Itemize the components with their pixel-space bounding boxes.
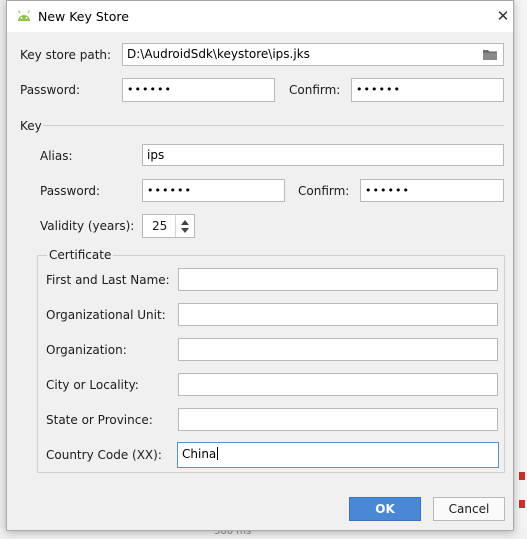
validity-value: 25 bbox=[152, 219, 168, 233]
key-confirm-input[interactable]: •••••• bbox=[360, 179, 504, 202]
first-last-name-input[interactable] bbox=[178, 268, 498, 291]
error-marker bbox=[519, 500, 525, 508]
decrement-arrow-icon[interactable] bbox=[181, 228, 189, 233]
state-province-label: State or Province: bbox=[46, 413, 153, 427]
key-password-label: Password: bbox=[40, 184, 101, 198]
state-province-input[interactable] bbox=[178, 408, 498, 431]
new-key-store-dialog: New Key Store ✕ Key store path: D:\Audro… bbox=[6, 0, 514, 531]
country-code-value: China bbox=[182, 447, 217, 461]
key-store-path-input[interactable]: D:\AudroidSdk\keystore\ips.jks bbox=[122, 43, 504, 66]
country-code-input[interactable]: China bbox=[177, 442, 499, 468]
folder-icon[interactable] bbox=[482, 48, 498, 61]
error-marker bbox=[519, 472, 525, 480]
certificate-group-title: Certificate bbox=[47, 248, 114, 262]
alias-input[interactable]: ips bbox=[142, 144, 504, 166]
close-icon[interactable]: ✕ bbox=[493, 6, 513, 26]
store-confirm-input[interactable]: •••••• bbox=[351, 78, 504, 102]
alias-label: Alias: bbox=[40, 149, 73, 163]
store-password-input[interactable]: •••••• bbox=[122, 78, 275, 102]
city-locality-label: City or Locality: bbox=[46, 378, 139, 392]
key-confirm-label: Confirm: bbox=[298, 184, 350, 198]
spinner-arrows[interactable] bbox=[175, 215, 194, 237]
organization-label: Organization: bbox=[46, 343, 127, 357]
increment-arrow-icon[interactable] bbox=[181, 220, 189, 225]
organizational-unit-input[interactable] bbox=[178, 303, 498, 326]
country-code-label: Country Code (XX): bbox=[46, 448, 162, 462]
ok-button[interactable]: OK bbox=[349, 497, 421, 521]
window-title: New Key Store bbox=[38, 9, 129, 24]
key-section-divider bbox=[43, 125, 504, 126]
key-store-path-label: Key store path: bbox=[20, 48, 112, 62]
key-password-input[interactable]: •••••• bbox=[142, 179, 285, 202]
title-bar: New Key Store ✕ bbox=[7, 1, 513, 32]
key-section-label: Key bbox=[20, 119, 42, 133]
key-store-path-value: D:\AudroidSdk\keystore\ips.jks bbox=[127, 47, 310, 61]
first-last-name-label: First and Last Name: bbox=[46, 273, 170, 287]
background-window-right bbox=[515, 0, 527, 539]
android-icon bbox=[17, 10, 31, 21]
organizational-unit-label: Organizational Unit: bbox=[46, 308, 166, 322]
cancel-button[interactable]: Cancel bbox=[433, 497, 505, 521]
store-password-label: Password: bbox=[20, 83, 81, 97]
text-caret bbox=[217, 447, 219, 460]
validity-label: Validity (years): bbox=[40, 219, 135, 233]
city-locality-input[interactable] bbox=[178, 373, 498, 396]
store-confirm-label: Confirm: bbox=[289, 83, 341, 97]
organization-input[interactable] bbox=[178, 338, 498, 361]
validity-spinner[interactable]: 25 bbox=[142, 214, 195, 238]
